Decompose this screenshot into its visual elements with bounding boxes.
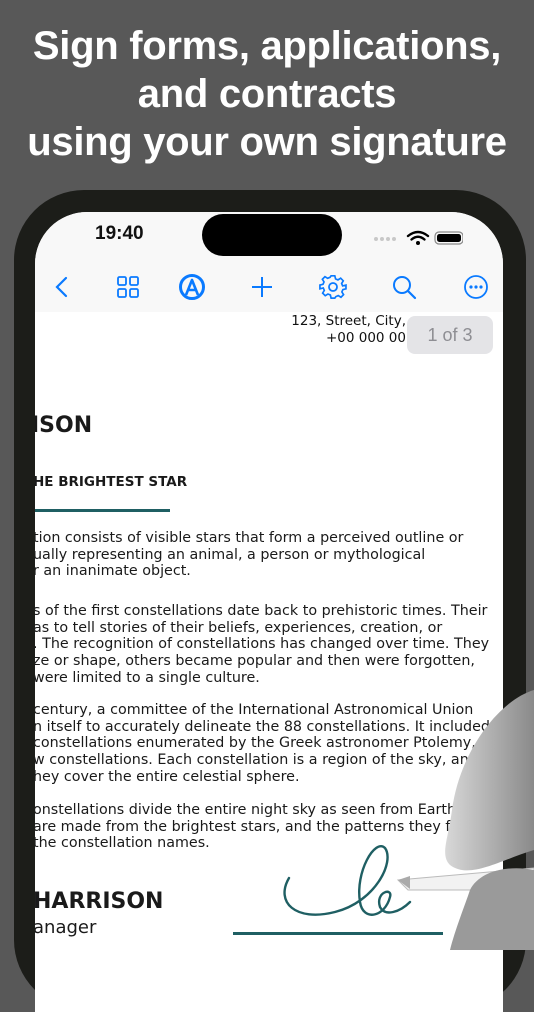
body-text-line: . The recognition of constellations has … [35, 636, 490, 653]
page-indicator: 1 of 3 [407, 316, 493, 354]
name-heading: ISON [35, 413, 93, 438]
headline-line: Sign forms, applications, [32, 24, 502, 68]
grid-icon [117, 276, 139, 298]
body-text-line: s of the first constellations date back … [35, 603, 488, 619]
body-text-line: ually representing an animal, a person o… [35, 546, 426, 563]
subheading-rule [35, 509, 170, 512]
signal-icon [374, 237, 396, 241]
add-button[interactable] [247, 272, 277, 302]
search-button[interactable] [389, 272, 419, 302]
status-icons [374, 230, 463, 245]
search-icon [393, 276, 417, 300]
subheading: HE BRIGHTEST STAR [35, 474, 188, 490]
status-bar: 19:40 [35, 212, 503, 262]
body-text-line: r an inanimate object. [35, 563, 191, 580]
headline-line: using your own signature [27, 120, 507, 164]
more-icon [464, 275, 488, 299]
dynamic-island [202, 214, 342, 256]
clock: 19:40 [95, 223, 144, 244]
body-text-line: ze or shape, others became popular and t… [35, 653, 475, 670]
settings-button[interactable] [318, 272, 348, 302]
body-text-line: as to tell stories of their beliefs, exp… [35, 619, 443, 636]
more-button[interactable] [461, 272, 491, 302]
body-text-line: were limited to a single culture. [35, 669, 260, 686]
toolbar [35, 262, 503, 312]
phone-line: +00 000 00 [325, 330, 406, 346]
hand-with-stylus-image [396, 690, 534, 950]
chevron-left-icon [55, 276, 68, 298]
headline-line: and contracts [137, 72, 397, 116]
body-text-line: the constellation names. [35, 835, 210, 852]
address-line: 123, Street, City, [291, 313, 406, 329]
gear-icon [319, 274, 347, 299]
signer-name: HARRISON [35, 889, 164, 914]
signer-title: anager [35, 917, 97, 938]
body-text-line: hey cover the entire celestial sphere. [35, 768, 300, 785]
back-button[interactable] [47, 272, 77, 302]
plus-icon [252, 277, 272, 297]
wifi-icon [406, 230, 430, 241]
battery-icon [434, 231, 463, 245]
headline: Sign forms, applications, and contracts … [0, 22, 534, 166]
markup-button[interactable] [177, 272, 207, 302]
markup-pen-icon [179, 274, 205, 300]
body-text-line: tion consists of visible stars that form… [35, 530, 464, 546]
thumbnails-button[interactable] [113, 272, 143, 302]
